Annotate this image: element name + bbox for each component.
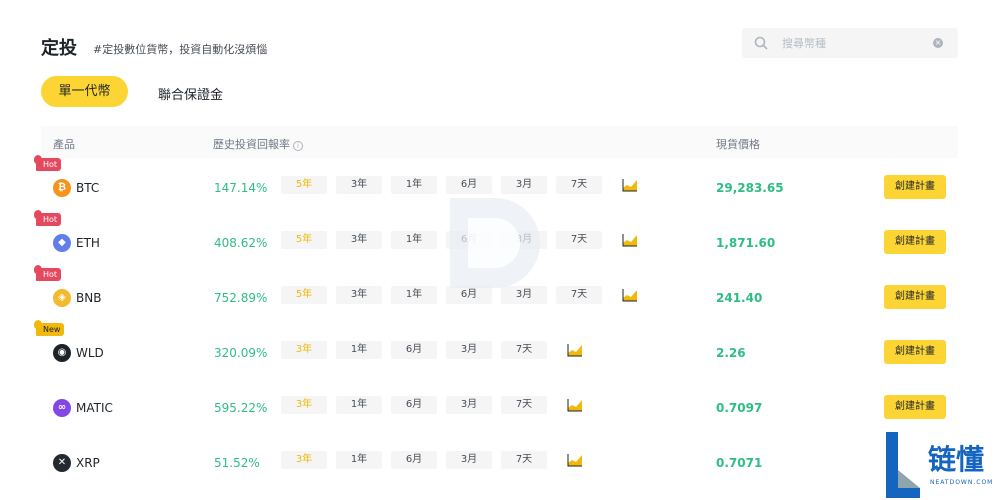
table-row: ∞ MATIC 595.22% 3年 1年 6月 3月 7天 0.7097 創建計畫: [0, 379, 1000, 434]
chart-icon[interactable]: [622, 178, 638, 192]
info-icon[interactable]: i: [293, 141, 303, 151]
period-button[interactable]: 7天: [501, 341, 547, 359]
table-row: ✕ XRP 51.52% 3年 1年 6月 3月 7天 0.7071: [0, 434, 1000, 489]
return-rate: 320.09%: [214, 346, 268, 360]
tab-cross-margin[interactable]: 聯合保證金: [158, 84, 223, 103]
spot-price: 0.7071: [716, 456, 763, 470]
period-button[interactable]: 6月: [391, 341, 437, 359]
table-row: New ◉ WLD 320.09% 3年 1年 6月 3月 7天 2.26 創建計畫: [0, 320, 1000, 379]
coin-symbol: XRP: [76, 456, 100, 470]
watermark-logo: 链懂 NEATDOWN.COM: [884, 430, 1000, 500]
period-button[interactable]: 3年: [281, 451, 327, 469]
return-rate: 595.22%: [214, 401, 268, 415]
return-rate: 147.14%: [214, 181, 268, 195]
chart-icon[interactable]: [567, 398, 583, 412]
create-plan-button[interactable]: 創建計畫: [884, 340, 946, 364]
period-button[interactable]: 3年: [336, 176, 382, 194]
create-plan-button[interactable]: 創建計畫: [884, 230, 946, 254]
return-rate: 51.52%: [214, 456, 260, 470]
chart-icon[interactable]: [567, 343, 583, 357]
coin-symbol: WLD: [76, 346, 104, 360]
period-button[interactable]: 1年: [391, 286, 437, 304]
period-button[interactable]: 7天: [556, 176, 602, 194]
spot-price: 1,871.60: [716, 236, 776, 250]
watermark-d-logo: [450, 198, 540, 288]
watermark-site: NEATDOWN.COM: [930, 479, 994, 486]
clear-icon[interactable]: ×: [933, 38, 943, 48]
hot-badge: Hot: [33, 210, 62, 226]
xrp-icon: ✕: [53, 454, 71, 472]
page-title: 定投: [41, 38, 77, 59]
header-history-label: 歷史投資回報率: [213, 138, 290, 151]
header-product: 產品: [53, 138, 75, 151]
period-button[interactable]: 7天: [556, 231, 602, 249]
ethereum-icon: ◆: [53, 234, 71, 252]
coin-symbol: BNB: [76, 291, 102, 305]
period-button[interactable]: 5年: [281, 286, 327, 304]
period-button[interactable]: 7天: [501, 396, 547, 414]
watermark-brand: 链懂: [928, 443, 985, 476]
create-plan-button[interactable]: 創建計畫: [884, 285, 946, 309]
return-rate: 408.62%: [214, 236, 268, 250]
spot-price: 241.40: [716, 291, 763, 305]
tab-single-token[interactable]: 單一代幣: [41, 76, 128, 107]
return-rate: 752.89%: [214, 291, 268, 305]
period-button[interactable]: 3月: [446, 396, 492, 414]
logo-l-icon: [886, 432, 920, 498]
spot-price: 29,283.65: [716, 181, 784, 195]
period-button[interactable]: 5年: [281, 231, 327, 249]
polygon-icon: ∞: [53, 399, 71, 417]
worldcoin-icon: ◉: [53, 344, 71, 362]
coin-symbol: BTC: [76, 181, 100, 195]
period-button[interactable]: 3年: [281, 396, 327, 414]
hot-badge: Hot: [33, 155, 62, 171]
bitcoin-icon: ₿: [53, 179, 71, 197]
period-button[interactable]: 7天: [556, 286, 602, 304]
chart-icon[interactable]: [567, 453, 583, 467]
spot-price: 0.7097: [716, 401, 763, 415]
header-price: 現貨價格: [716, 138, 760, 151]
header-history: 歷史投資回報率 i: [213, 136, 303, 152]
create-plan-button[interactable]: 創建計畫: [884, 395, 946, 419]
period-button[interactable]: 1年: [391, 176, 437, 194]
period-button[interactable]: 3月: [446, 451, 492, 469]
period-button[interactable]: 1年: [336, 451, 382, 469]
period-button[interactable]: 7天: [501, 451, 547, 469]
period-button[interactable]: 1年: [336, 341, 382, 359]
page-subtitle: #定投數位貨幣，投資自動化沒煩惱: [93, 43, 268, 56]
new-badge: New: [33, 320, 65, 336]
create-plan-button[interactable]: 創建計畫: [884, 175, 946, 199]
period-button[interactable]: 1年: [391, 231, 437, 249]
coin-symbol: ETH: [76, 236, 100, 250]
period-button[interactable]: 6月: [391, 451, 437, 469]
bnb-icon: ◈: [53, 289, 71, 307]
chart-icon[interactable]: [622, 233, 638, 247]
period-button[interactable]: 6月: [391, 396, 437, 414]
period-button[interactable]: 5年: [281, 176, 327, 194]
period-button[interactable]: 1年: [336, 396, 382, 414]
search-input[interactable]: [782, 33, 922, 53]
period-button[interactable]: 3年: [281, 341, 327, 359]
period-button[interactable]: 3月: [446, 341, 492, 359]
chart-icon[interactable]: [622, 288, 638, 302]
table-header: 產品 歷史投資回報率 i 現貨價格: [41, 126, 958, 158]
period-button[interactable]: 3年: [336, 231, 382, 249]
search-icon: [754, 36, 768, 50]
search-box[interactable]: ×: [742, 28, 958, 58]
period-button[interactable]: 3年: [336, 286, 382, 304]
coin-symbol: MATIC: [76, 401, 113, 415]
spot-price: 2.26: [716, 346, 746, 360]
hot-badge: Hot: [33, 265, 62, 281]
